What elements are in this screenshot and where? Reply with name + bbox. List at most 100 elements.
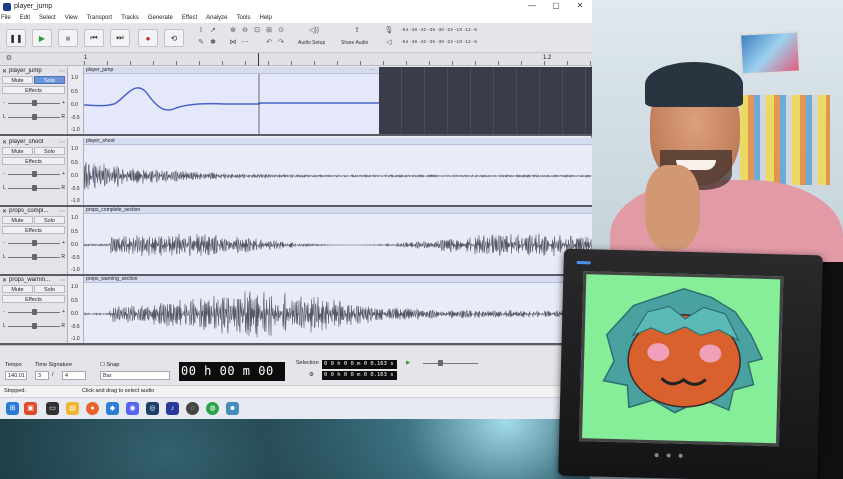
explorer-icon[interactable]: ▣ [24,402,37,415]
solo-button[interactable]: Solo [34,76,65,84]
track-menu-icon[interactable]: ⋯ [59,68,65,75]
menu-view[interactable]: View [65,13,78,23]
menu-help[interactable]: Help [259,13,271,23]
menu-generate[interactable]: Generate [148,13,173,23]
menu-tools[interactable]: Tools [236,13,250,23]
track-name-button[interactable]: props_compl... [2,208,66,214]
skip-end-button[interactable]: ⏭ [110,29,130,47]
play-at-speed-icon[interactable]: ▶ [406,360,410,366]
steam-icon[interactable]: ◎ [146,402,159,415]
audio-setup-button[interactable]: Audio Setup [298,40,325,46]
gain-slider[interactable]: - + [3,309,65,316]
mute-button[interactable]: Mute [2,216,33,224]
snap-select[interactable]: Bar [100,371,170,380]
godot-icon[interactable]: ☻ [226,402,239,415]
time-display[interactable]: 00 h 00 m 00 s [179,362,285,397]
waveform-area[interactable]: player_jump ⋯ [84,67,592,134]
fit-selection-icon[interactable]: ⊡ [252,26,262,36]
multi-tool-icon[interactable]: ✱ [208,38,218,48]
timeline-ruler[interactable]: ⚙ 1 1.2 [0,53,592,66]
selection-start[interactable]: 0 0 h 0 0 m 0 0.163 s [322,360,397,369]
zoom-in-icon[interactable]: ⊕ [228,26,238,36]
obs-icon[interactable]: ◌ [186,402,199,415]
loop-button[interactable]: ⟲ [164,29,184,47]
audacity-icon[interactable]: ♪ [166,402,179,415]
menu-file[interactable]: File [1,13,11,23]
playhead[interactable] [258,53,259,66]
speaker-icon[interactable]: ◁)) [305,26,323,36]
clip-title[interactable]: props_complete_section [84,207,592,214]
share-icon[interactable]: ⇪ [352,26,362,36]
discord-icon[interactable]: ◉ [126,402,139,415]
envelope-tool-icon[interactable]: ↗ [208,26,218,36]
pause-button[interactable]: ❚❚ [6,29,26,47]
playback-meter-icon[interactable]: ◁ [384,38,394,48]
close-button[interactable]: ✕ [568,0,592,13]
mute-button[interactable]: Mute [2,76,33,84]
snap-checkbox[interactable]: ☐ Snap [100,362,119,368]
skip-start-button[interactable]: ⏮ [84,29,104,47]
maximize-button[interactable]: ▢ [544,0,568,13]
gain-slider[interactable]: - + [3,100,65,107]
start-icon[interactable]: ⊞ [6,402,19,415]
menu-analyze[interactable]: Analyze [206,13,227,23]
minimize-button[interactable]: — [520,0,544,13]
menu-select[interactable]: Select [39,13,56,23]
playback-meter-scale[interactable]: -54 -48 -42 -36 -30 -24 -18 -12 -6 [401,39,477,44]
selection-end[interactable]: 0 0 h 0 0 m 0 0.163 s [322,371,397,380]
track-name-button[interactable]: player_shoot [2,139,66,145]
zoom-toggle-icon[interactable]: ⊙ [276,26,286,36]
menu-transport[interactable]: Transport [87,13,112,23]
timeline-options-icon[interactable]: ⚙ [4,54,14,64]
play-speed-slider[interactable] [418,360,483,367]
track-menu-icon[interactable]: ⋯ [59,139,65,146]
track-name-button[interactable]: player_jump [2,68,66,74]
record-button[interactable]: ● [138,29,158,47]
trim-icon[interactable]: ⋈ [228,38,238,48]
redo-icon[interactable]: ↷ [276,38,286,48]
solo-button[interactable]: Solo [34,147,65,155]
menu-effect[interactable]: Effect [182,13,197,23]
tempo-input[interactable]: 140.01 [5,371,27,380]
gain-slider[interactable]: - + [3,171,65,178]
draw-tool-icon[interactable]: ✎ [196,38,206,48]
selection-tool-icon[interactable]: I [196,26,206,36]
zoom-out-icon[interactable]: ⊖ [240,26,250,36]
pan-slider[interactable]: LR [3,323,65,330]
effects-button[interactable]: Effects [2,86,65,94]
clip-menu-icon[interactable]: ⋯ [370,67,375,74]
terminal-icon[interactable]: ▭ [46,402,59,415]
solo-button[interactable]: Solo [34,285,65,293]
track-menu-icon[interactable]: ⋯ [59,277,65,284]
firefox-icon[interactable]: ● [86,402,99,415]
clip-title[interactable]: player_jump ⋯ [84,67,379,74]
waveform-area[interactable]: props_warning_section [84,276,592,343]
menu-edit[interactable]: Edit [20,13,30,23]
record-meter-scale[interactable]: -54 -48 -42 -36 -30 -24 -18 -12 -6 [401,27,477,32]
microphone-icon[interactable]: 🎙 [384,26,394,36]
mute-button[interactable]: Mute [2,147,33,155]
waveform-area[interactable]: player_shoot [84,138,592,205]
mute-button[interactable]: Mute [2,285,33,293]
silence-icon[interactable]: ⋯ [240,38,250,48]
menu-tracks[interactable]: Tracks [121,13,139,23]
solo-button[interactable]: Solo [34,216,65,224]
time-sig-numerator[interactable]: 3 [35,371,49,380]
effects-button[interactable]: Effects [2,295,65,303]
waveform-area[interactable]: props_complete_section [84,207,592,274]
pan-slider[interactable]: LR [3,114,65,121]
vscode-icon[interactable]: ◆ [106,402,119,415]
clip-title[interactable]: player_shoot [84,138,592,145]
pan-slider[interactable]: LR [3,254,65,261]
pan-slider[interactable]: LR [3,185,65,192]
time-sig-denominator[interactable]: 4 [62,371,86,380]
fit-project-icon[interactable]: ⊞ [264,26,274,36]
gain-slider[interactable]: - + [3,240,65,247]
track-menu-icon[interactable]: ⋯ [59,208,65,215]
effects-button[interactable]: Effects [2,226,65,234]
undo-icon[interactable]: ↶ [264,38,274,48]
selection-options-icon[interactable]: ⚙ [309,372,314,378]
play-button[interactable]: ▶ [32,29,52,47]
clip-title[interactable]: props_warning_section [84,276,592,283]
folder-icon[interactable]: ▤ [66,402,79,415]
